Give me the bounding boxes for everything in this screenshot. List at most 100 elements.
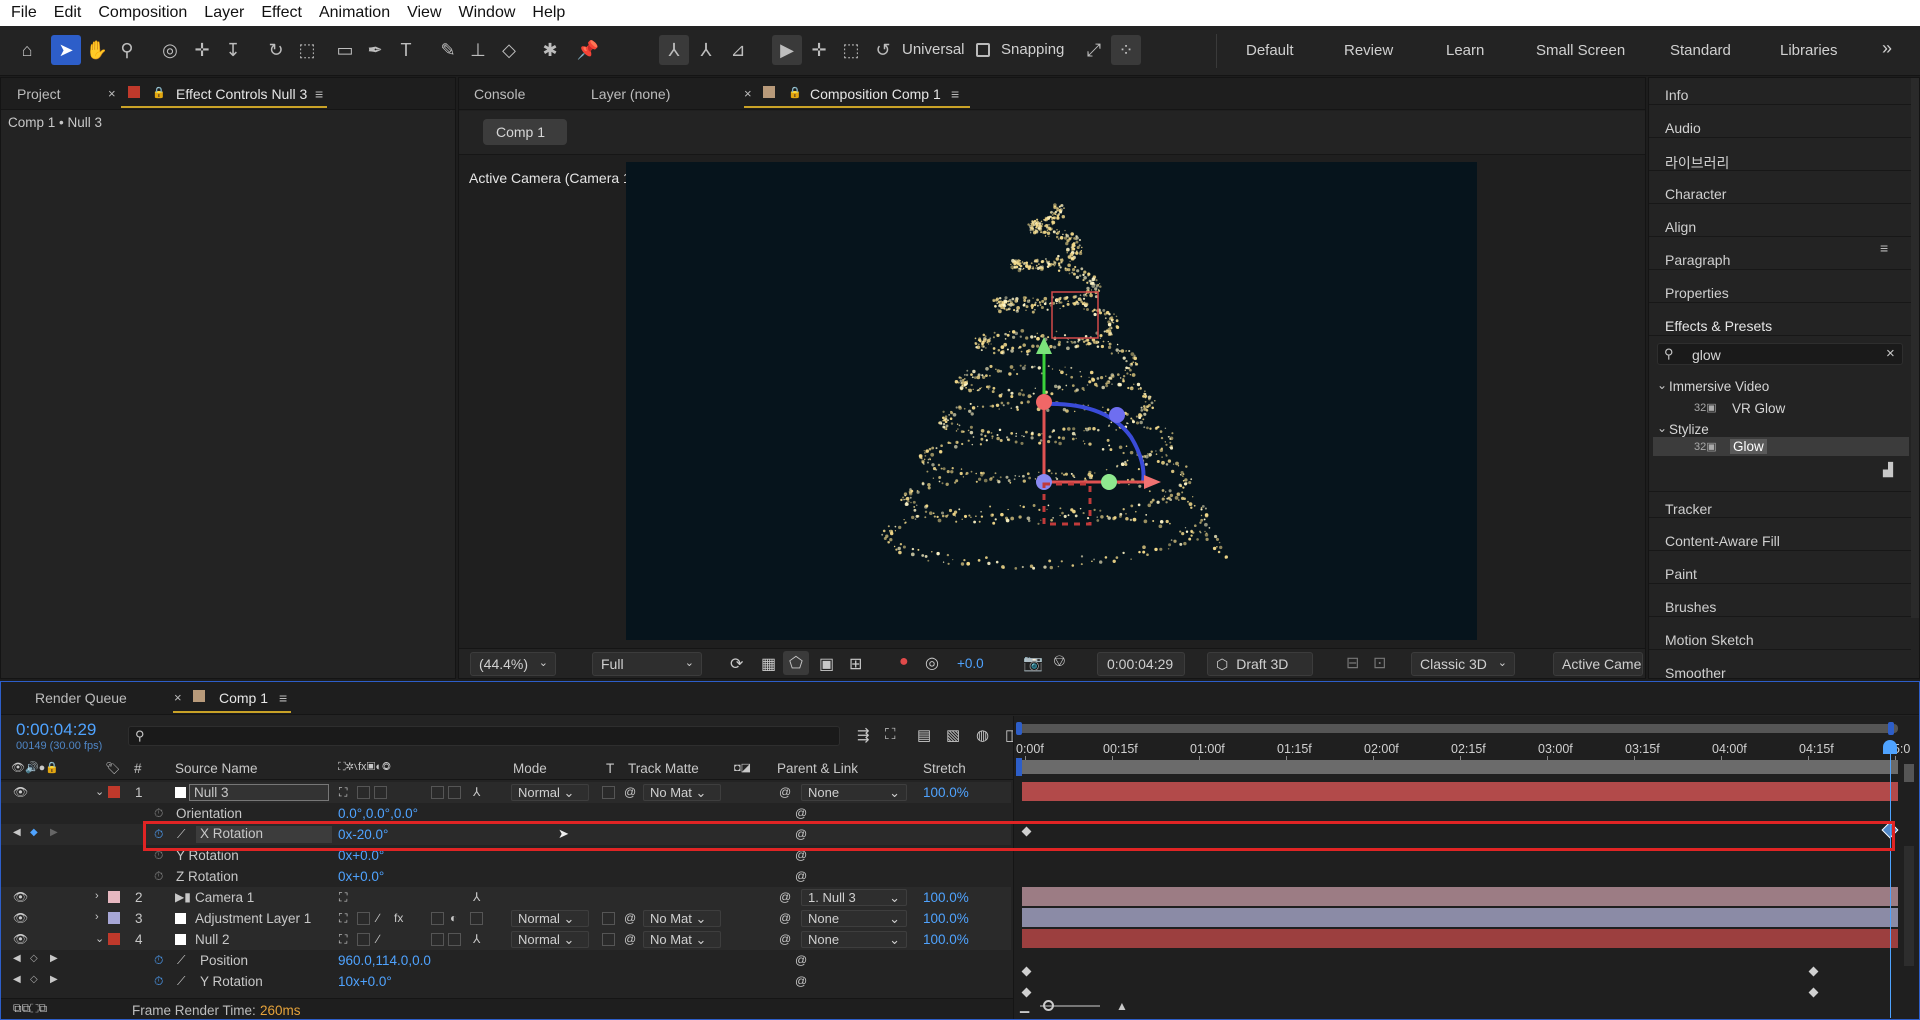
snap-options-icon[interactable]: ⤢	[1079, 35, 1109, 65]
close-icon[interactable]: ×	[108, 86, 116, 101]
timeline-scrollbar[interactable]	[1904, 846, 1914, 966]
col-t[interactable]: T	[606, 761, 614, 776]
workspace-review[interactable]: Review	[1344, 42, 1393, 59]
zoom-out-icon[interactable]: ▁	[1020, 999, 1029, 1013]
comp-1-button[interactable]: Comp 1	[483, 119, 567, 145]
effect-vr-glow[interactable]: VR Glow	[1732, 401, 1785, 416]
select-3d-icon[interactable]: ▶	[772, 35, 802, 65]
snapping-checkbox[interactable]	[976, 43, 990, 57]
move-3d-icon[interactable]: ✛	[804, 35, 834, 65]
view-axis-icon[interactable]: ⊿	[723, 35, 753, 65]
property-row-position[interactable]: ◀ ◇ ▶ ⏱ ⟋ Position 960.0,114.0,0.0 @	[1, 950, 1011, 971]
next-keyframe-icon[interactable]: ▶	[50, 974, 58, 985]
local-axis-icon[interactable]: ⅄	[659, 35, 689, 65]
effect-switch[interactable]	[374, 786, 387, 799]
pickwhip-icon[interactable]: @	[795, 806, 807, 820]
quality-switch[interactable]	[357, 786, 370, 799]
tab-effect-controls[interactable]: Effect Controls Null 3	[176, 86, 307, 102]
motion-blur-switch[interactable]	[431, 786, 444, 799]
comp-marker-bin-icon[interactable]	[1904, 764, 1914, 782]
zoom-dropdown[interactable]: (44.4%) ⌄	[470, 652, 556, 676]
tab-project[interactable]: Project	[17, 86, 61, 102]
chevron-down-icon[interactable]: ⌄	[1657, 378, 1667, 392]
draft-3d-toggle-icon[interactable]: ⛶	[885, 726, 896, 743]
stretch-value[interactable]: 100.0%	[923, 890, 969, 905]
panel-align[interactable]: Align	[1649, 210, 1911, 237]
home-icon[interactable]: ⌂	[12, 35, 42, 65]
comp-mini-flowchart-icon[interactable]: ⇶	[857, 726, 870, 744]
layer-row-null-3[interactable]: 👁 ⌄ 1 Null 3 ⛶ ⅄ Normal ⌄ @ No Mat ⌄ @ N…	[1, 782, 1011, 803]
work-area-end-handle[interactable]	[1888, 722, 1894, 735]
property-row-orientation[interactable]: ⏱ Orientation 0.0°,0.0°,0.0° @	[1, 803, 1011, 824]
stopwatch-icon[interactable]: ⏱	[154, 848, 163, 863]
quality-icon[interactable]: ∕	[377, 911, 379, 925]
property-value[interactable]: 0x-20.0°	[338, 827, 388, 842]
pickwhip-icon[interactable]: @	[779, 785, 791, 799]
layer-row-adjustment-layer-1[interactable]: 👁 › 3 Adjustment Layer 1 ⛶ ∕ fx ◐ Normal…	[1, 908, 1011, 929]
current-time[interactable]: 0:00:04:29	[16, 720, 96, 740]
menu-effect[interactable]: Effect	[261, 4, 302, 22]
workspace-default[interactable]: Default	[1246, 42, 1294, 59]
new-preset-icon[interactable]: ▟	[1883, 462, 1893, 478]
menu-layer[interactable]: Layer	[204, 4, 244, 22]
color-management-icon[interactable]: ◎	[925, 653, 939, 673]
puppet-pin-icon[interactable]: 📌	[573, 35, 603, 65]
graph-icon[interactable]: ⟋	[177, 974, 185, 989]
pickwhip-icon[interactable]: @	[779, 911, 791, 925]
layer-row-camera-1[interactable]: 👁 › 2 ▶▮ Camera 1 ⛶ ⅄ @ 1. Null 3 ⌄ 100.0…	[1, 887, 1011, 908]
motion-blur-switch[interactable]	[431, 912, 444, 925]
panel-character[interactable]: Character	[1649, 177, 1911, 204]
next-keyframe-icon[interactable]: ▶	[50, 953, 58, 964]
track-matte-dropdown[interactable]: No Mat ⌄	[643, 784, 721, 801]
workspace-libraries[interactable]: Libraries	[1780, 42, 1838, 59]
work-area-bar[interactable]	[1018, 724, 1898, 733]
work-area-start-handle[interactable]	[1016, 722, 1022, 735]
effects-search-input[interactable]: ⚲ glow ×	[1657, 343, 1903, 365]
pickwhip-icon[interactable]: @	[624, 785, 636, 799]
preserve-transparency-switch[interactable]	[602, 933, 615, 946]
panel-paint[interactable]: Paint	[1649, 557, 1911, 584]
add-keyframe-icon[interactable]: ◇	[30, 953, 38, 964]
layer-name[interactable]: Camera 1	[195, 890, 254, 905]
time-ruler[interactable]: 0:00f 00:15f 01:00f 01:15f 02:00f 02:15f 03:00…	[1014, 736, 1920, 760]
panel-content-aware-fill[interactable]: Content-Aware Fill	[1649, 524, 1911, 551]
dolly-camera-icon[interactable]: ↧	[218, 35, 248, 65]
stopwatch-icon[interactable]: ⏱	[154, 974, 163, 989]
group-stylize[interactable]: Stylize	[1669, 422, 1709, 437]
workspace-standard[interactable]: Standard	[1670, 42, 1731, 59]
eye-icon[interactable]: 👁	[13, 911, 28, 925]
transparency-grid-icon[interactable]: ▦	[761, 654, 776, 674]
keyframe-position-start[interactable]	[1021, 966, 1032, 977]
eraser-tool-icon[interactable]: ◇	[494, 35, 524, 65]
rotate-tool-icon[interactable]: ↻	[261, 35, 291, 65]
stopwatch-icon[interactable]: ⏱	[154, 806, 163, 821]
col-track-matte[interactable]: Track Matte	[628, 761, 699, 776]
selection-tool-icon[interactable]: ➤	[51, 35, 81, 65]
chevron-right-icon[interactable]: ›	[95, 890, 99, 902]
property-value[interactable]: 960.0,114.0,0.0	[338, 953, 431, 968]
layer-bar-camera-1[interactable]	[1022, 887, 1898, 906]
chevron-down-icon[interactable]: ⌄	[95, 785, 104, 798]
view-dropdown[interactable]: Active Came...	[1553, 652, 1643, 676]
show-snapshot-icon[interactable]: ⎊	[1053, 653, 1066, 671]
col-stretch[interactable]: Stretch	[923, 761, 966, 776]
layer-bar-adjustment-layer-1[interactable]	[1022, 908, 1898, 927]
fast-preview-icon[interactable]: ⟳	[730, 654, 743, 674]
eye-icon[interactable]: 👁	[13, 785, 28, 799]
col-source-name[interactable]: Source Name	[175, 761, 258, 776]
workspace-more-icon[interactable]: »	[1882, 38, 1892, 59]
stretch-value[interactable]: 100.0%	[923, 785, 969, 800]
comp-canvas[interactable]	[626, 162, 1477, 640]
property-value[interactable]: 0.0°,0.0°,0.0°	[338, 806, 418, 821]
quality-icon[interactable]: ∕	[377, 932, 379, 946]
panel-effects-presets[interactable]: Effects & Presets	[1649, 309, 1911, 336]
3d-layer-icon[interactable]: ⅄	[473, 890, 480, 904]
world-axis-icon[interactable]: ⅄	[691, 35, 721, 65]
motion-blur-icon[interactable]: ◍	[976, 726, 989, 744]
in-point-marker[interactable]	[1016, 758, 1022, 776]
menu-animation[interactable]: Animation	[319, 4, 390, 22]
pen-tool-icon[interactable]: ✒	[360, 35, 390, 65]
menu-composition[interactable]: Composition	[98, 4, 187, 22]
tab-comp-1[interactable]: Comp 1	[219, 690, 268, 706]
eye-icon[interactable]: 👁	[13, 932, 28, 946]
